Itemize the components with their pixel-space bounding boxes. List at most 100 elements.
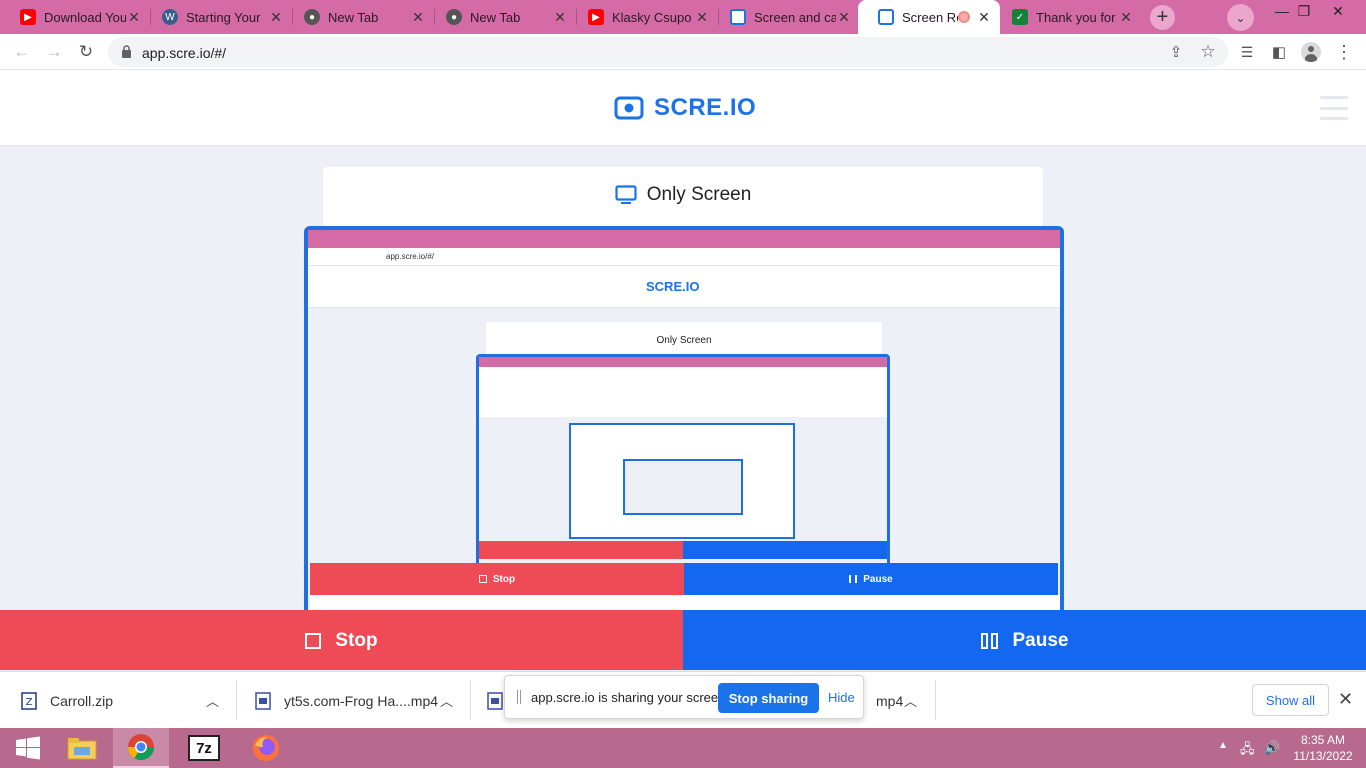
bookmark-star-icon[interactable]: ☆ <box>1196 40 1220 64</box>
preview-nested-stop <box>479 541 683 559</box>
firefox-taskbar-button[interactable] <box>238 728 294 768</box>
side-panel-icon[interactable]: ◧ <box>1267 40 1291 64</box>
show-all-button[interactable]: Show all <box>1252 684 1329 716</box>
windows-logo-icon <box>16 736 40 760</box>
pause-button[interactable]: Pause <box>683 610 1366 670</box>
volume-icon[interactable]: 🔊 <box>1264 740 1280 756</box>
preview-pause-label: Pause <box>863 573 893 585</box>
close-icon[interactable]: ✕ <box>410 9 426 26</box>
new-tab-button[interactable]: + <box>1150 5 1175 30</box>
tray-overflow-icon[interactable]: ▲ <box>1218 740 1228 751</box>
site-logo[interactable]: SCRE.IO <box>614 94 756 122</box>
tab-title: Thank you for <box>1036 9 1116 25</box>
share-message: app.scre.io is sharing your screen. <box>531 690 729 705</box>
tab-title: Download You <box>44 9 126 25</box>
svg-text:Z: Z <box>26 697 33 708</box>
firefox-icon <box>253 735 279 761</box>
browser-tab[interactable]: ▶ Download You ✕ <box>0 0 150 34</box>
zip-file-icon: Z <box>21 691 37 710</box>
clock-date: 11/13/2022 <box>1293 749 1353 763</box>
browser-tab[interactable]: ● New Tab ✕ <box>284 0 434 34</box>
tab-title: Klasky Csupo <box>612 9 692 25</box>
system-clock[interactable]: 8:35 AM 11/13/2022 <box>1290 732 1356 764</box>
close-icon[interactable]: ✕ <box>1118 9 1134 26</box>
reading-list-icon[interactable]: ☰ <box>1235 40 1259 64</box>
preview-nested-frame <box>476 354 890 568</box>
forward-button[interactable]: → <box>42 40 66 64</box>
download-filename: mp4 <box>876 692 904 709</box>
preview-brand: SCRE.IO <box>646 279 700 294</box>
screen-preview: app.scre.io/#/ SCRE.IO Only Screen Stop … <box>304 226 1064 670</box>
chrome-taskbar-button[interactable] <box>113 728 169 768</box>
chrome-icon: ● <box>304 9 320 25</box>
chevron-up-icon[interactable]: ︿ <box>206 691 219 710</box>
preview-mode-title: Only Screen <box>656 334 712 346</box>
address-bar[interactable]: app.scre.io/#/ <box>108 37 1228 67</box>
clock-time: 8:35 AM <box>1300 733 1346 747</box>
tab-search-button[interactable]: ⌄ <box>1227 4 1254 31</box>
mode-title: Only Screen <box>323 167 1043 223</box>
tab-title: Screen Re <box>902 9 958 25</box>
browser-tab[interactable]: W Starting Your ✕ <box>142 0 292 34</box>
stop-button[interactable]: Stop <box>0 610 683 670</box>
close-icon[interactable]: ✕ <box>126 9 142 26</box>
preview-stop-bar: Stop <box>310 563 684 595</box>
hamburger-menu-icon[interactable] <box>1320 96 1348 120</box>
7zip-icon: 7z <box>188 735 220 761</box>
chrome-icon <box>127 734 155 761</box>
reload-button[interactable]: ↻ <box>74 40 98 64</box>
pause-label: Pause <box>1012 629 1069 651</box>
browser-tab-active[interactable]: Screen Re ✕ <box>858 0 1000 34</box>
mode-card: Only Screen <box>323 167 1043 227</box>
folder-icon <box>67 738 97 760</box>
stop-icon <box>305 632 322 649</box>
preview-header: SCRE.IO <box>308 266 1060 308</box>
download-divider <box>470 680 471 720</box>
youtube-icon: ▶ <box>20 9 36 25</box>
chevron-up-icon[interactable]: ︿ <box>440 691 453 710</box>
stop-label: Stop <box>335 629 378 651</box>
recording-indicator-icon <box>958 11 970 23</box>
screen-icon <box>730 9 746 25</box>
file-explorer-button[interactable] <box>54 728 110 768</box>
download-item[interactable]: Z Carroll.zip ︿ <box>20 672 230 729</box>
browser-tab[interactable]: ✓ Thank you for ✕ <box>992 0 1142 34</box>
download-divider <box>236 680 237 720</box>
start-button[interactable] <box>0 728 56 768</box>
screen-share-notice: app.scre.io is sharing your screen. Stop… <box>504 675 864 719</box>
7zip-taskbar-button[interactable]: 7z <box>176 728 232 768</box>
close-icon[interactable]: ✕ <box>694 9 710 26</box>
pause-icon <box>980 632 1001 649</box>
stop-sharing-button[interactable]: Stop sharing <box>718 683 819 713</box>
browser-tab[interactable]: ● New Tab ✕ <box>426 0 576 34</box>
drag-handle-icon[interactable] <box>517 690 521 704</box>
more-menu-icon[interactable]: ⋮ <box>1332 40 1356 64</box>
preview-stop-label: Stop <box>492 573 516 585</box>
network-icon[interactable]: 🖧 <box>1240 740 1255 762</box>
close-window-button[interactable]: ✕ <box>1318 0 1358 22</box>
browser-toolbar: ← → ↻ app.scre.io/#/ ⇪ ☆ ☰ ◧ ⋮ <box>0 34 1366 70</box>
browser-tab[interactable]: Screen and ca ✕ <box>710 0 860 34</box>
preview-nested-frame-2 <box>569 423 795 539</box>
back-button[interactable]: ← <box>10 40 34 64</box>
video-file-icon <box>255 691 271 710</box>
screen-icon <box>878 9 894 25</box>
preview-nested-frame-3 <box>623 459 743 515</box>
logo-screen-icon <box>614 96 644 120</box>
brand-name: SCRE.IO <box>654 94 757 121</box>
close-icon[interactable]: ✕ <box>976 9 992 26</box>
mode-title-text: Only Screen <box>646 184 752 205</box>
web-page: SCRE.IO Only Screen app.scre.io/#/ SCRE.… <box>0 70 1366 670</box>
close-icon[interactable]: ✕ <box>268 9 284 26</box>
close-icon[interactable]: ✕ <box>836 9 852 26</box>
chrome-icon: ● <box>446 9 462 25</box>
profile-avatar[interactable] <box>1299 40 1323 64</box>
download-item[interactable]: yt5s.com-Frog Ha....mp4 ︿ <box>254 672 464 729</box>
hide-button[interactable]: Hide <box>828 690 855 705</box>
chevron-up-icon[interactable]: ︿ <box>904 691 917 710</box>
close-icon[interactable]: ✕ <box>552 9 568 26</box>
close-downloads-icon[interactable]: ✕ <box>1338 689 1353 710</box>
browser-tab[interactable]: ▶ Klasky Csupo ✕ <box>568 0 718 34</box>
tab-title: Starting Your <box>186 9 261 25</box>
share-icon[interactable]: ⇪ <box>1164 40 1188 64</box>
